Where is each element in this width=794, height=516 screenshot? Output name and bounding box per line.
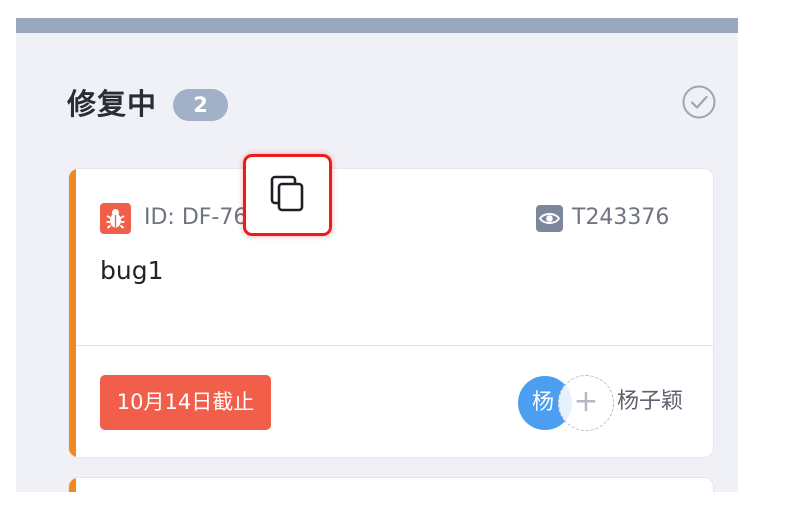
card-accent-bar <box>69 478 76 492</box>
due-date-tag[interactable]: 10月14日截止 <box>100 375 271 430</box>
column-top-bar <box>16 18 738 33</box>
column-title: 修复中 <box>67 87 158 121</box>
card-divider <box>76 345 713 346</box>
task-card[interactable]: ID: DF-765 T243376 bug1 10月14日截止 杨 + 杨子颖 <box>68 168 714 458</box>
eye-icon <box>536 205 563 232</box>
add-assignee-button[interactable]: + <box>558 375 614 431</box>
copy-button[interactable] <box>243 154 332 236</box>
assignee-name: 杨子颖 <box>617 389 684 414</box>
task-card-partial[interactable] <box>68 477 714 492</box>
bug-icon <box>100 203 131 234</box>
card-title[interactable]: bug1 <box>100 254 164 288</box>
card-accent-bar <box>69 169 76 457</box>
copy-icon <box>270 175 304 212</box>
count-badge: 2 <box>173 89 228 121</box>
kanban-column: 修复中 2 ID: DF-765 T243376 bug1 10月14日截止 杨… <box>16 18 738 492</box>
check-circle-icon[interactable] <box>682 85 716 119</box>
task-id: T243376 <box>572 205 670 230</box>
